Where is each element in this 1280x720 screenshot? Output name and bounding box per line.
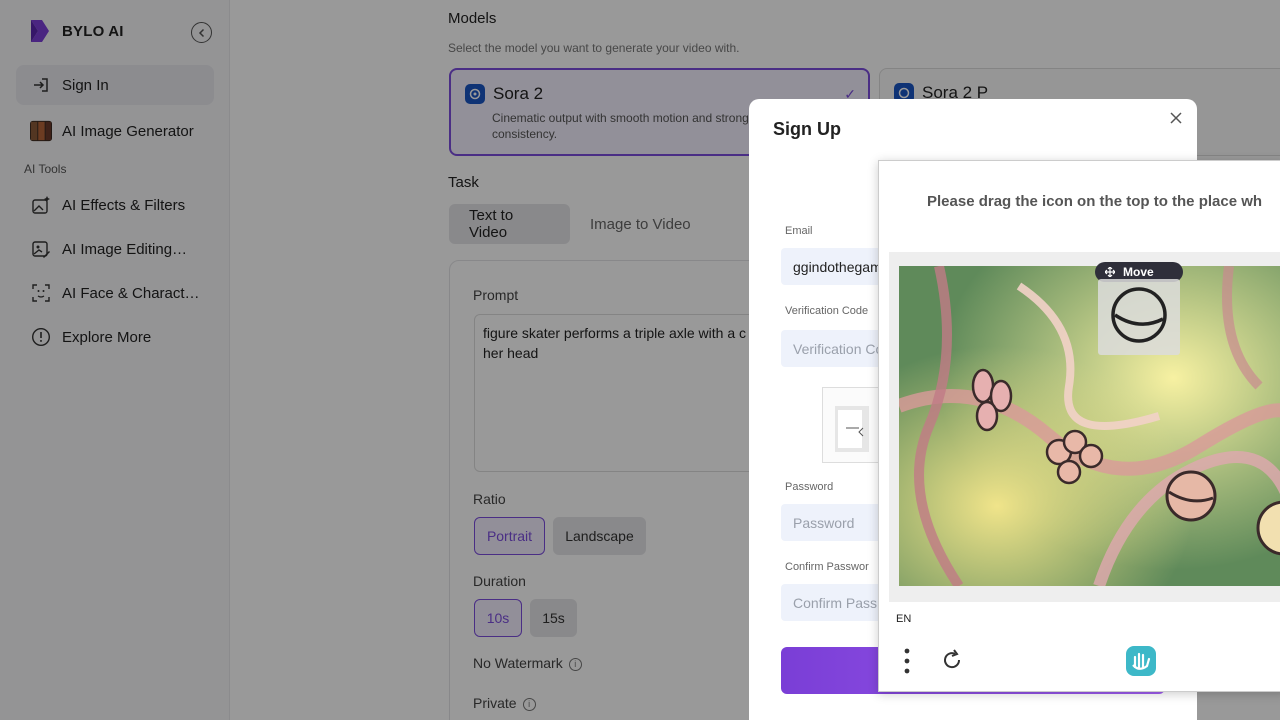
captcha-popup: Please drag the icon on the top to the p… [878,160,1280,692]
close-icon[interactable] [1169,111,1183,125]
captcha-puzzle-image [899,266,1280,586]
move-icon [1105,267,1115,277]
drag-piece-icon[interactable] [1098,279,1180,355]
captcha-placeholder-icon [835,406,869,452]
more-options-icon[interactable] [899,647,915,675]
move-label: Move [1123,265,1154,279]
hand-logo-icon [1125,645,1157,677]
captcha-trigger[interactable] [822,387,882,463]
refresh-icon[interactable] [939,647,965,673]
language-selector[interactable]: EN [896,613,911,625]
captcha-instruction: Please drag the icon on the top to the p… [927,193,1263,210]
verification-code-label: Verification Code [785,305,869,317]
password-label: Password [785,481,834,493]
confirm-password-label: Confirm Passwor [785,561,869,573]
modal-title: Sign Up [773,119,841,139]
email-label: Email [785,225,813,237]
